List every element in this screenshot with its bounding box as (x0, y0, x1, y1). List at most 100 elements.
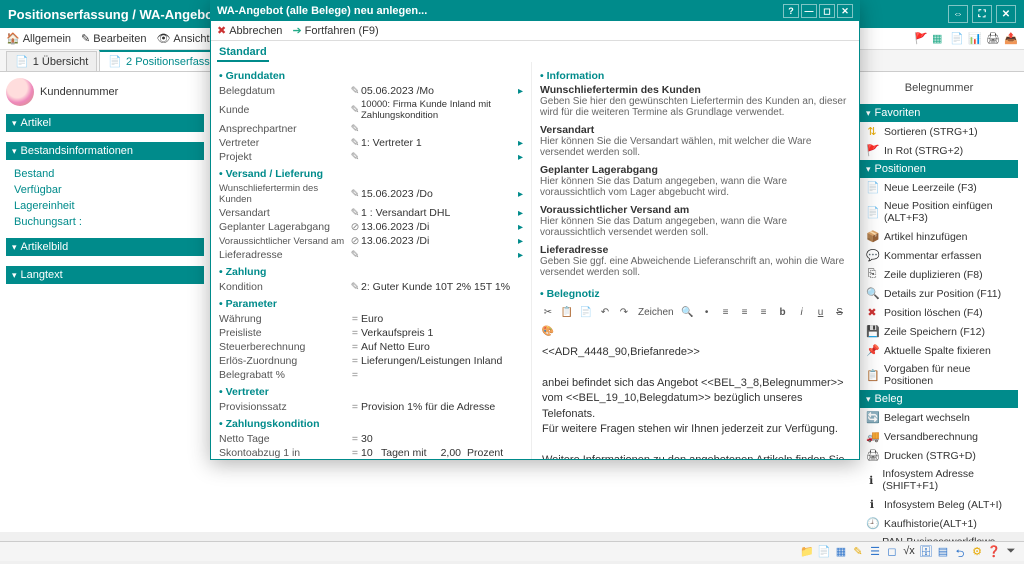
rte-underline-icon[interactable]: u (813, 304, 829, 320)
rte-bold-icon[interactable]: b (775, 304, 791, 320)
sb-window-icon[interactable]: ◻ (885, 545, 899, 559)
group-artikel[interactable]: Artikel (6, 114, 204, 132)
sb-table-icon[interactable]: ▤ (936, 545, 950, 559)
menu-bearbeiten[interactable]: ✎Bearbeiten (81, 32, 146, 45)
sb-gear-icon[interactable]: ⚙ (970, 545, 984, 559)
history-icon: 🕘 (866, 517, 878, 530)
sb-edit-icon[interactable]: ✎ (851, 545, 865, 559)
link-button[interactable]: ⇔ (948, 5, 968, 23)
field-versandart[interactable]: 1 : Versandart DHL (361, 207, 514, 219)
dialog-min-button[interactable]: — (801, 4, 817, 18)
fav-kommentar[interactable]: 💬Kommentar erfassen (860, 246, 1018, 265)
dialog-max-button[interactable]: ◻ (819, 4, 835, 18)
field-vertreter[interactable]: 1: Vertreter 1 (361, 137, 514, 149)
export-icon[interactable]: 📤 (1004, 32, 1018, 46)
menu-ansicht[interactable]: 👁Ansicht (156, 32, 209, 45)
group-artikelbild[interactable]: Artikelbild (6, 238, 204, 256)
dialog-tab-standard[interactable]: Standard (217, 44, 269, 62)
fav-kaufhist[interactable]: 🕘Kaufhistorie(ALT+1) (860, 514, 1018, 533)
fav-infoaddr[interactable]: ℹInfosystem Adresse (SHIFT+F1) (860, 465, 1018, 495)
fav-infobeleg[interactable]: ℹInfosystem Beleg (ALT+I) (860, 495, 1018, 514)
chevron-right-icon[interactable]: ▸ (514, 250, 523, 261)
link-lagereinheit[interactable]: Lagereinheit (14, 198, 196, 214)
fav-posloeschen[interactable]: ✖Position löschen (F4) (860, 303, 1018, 322)
sb-grid-icon[interactable]: ▦ (834, 545, 848, 559)
fav-artikelhinzu[interactable]: 📦Artikel hinzufügen (860, 227, 1018, 246)
sb-chevron-icon[interactable]: ⏷ (1004, 545, 1018, 559)
flag-icon[interactable]: 🚩 (914, 32, 928, 46)
rte-align-center-icon[interactable]: ≡ (737, 304, 753, 320)
rte-paste-icon[interactable]: 📄 (578, 304, 594, 320)
rte-editor[interactable]: <<ADR_4448_90,Briefanrede>> anbei befind… (540, 341, 851, 459)
sb-list-icon[interactable]: ☰ (868, 545, 882, 559)
print-icon[interactable]: 🖨 (986, 32, 1000, 46)
sb-help-icon[interactable]: ❓ (987, 545, 1001, 559)
section-positionen[interactable]: Positionen (860, 160, 1018, 178)
abbrechen-button[interactable]: ✖Abbrechen (217, 24, 282, 37)
rte-align-right-icon[interactable]: ≡ (756, 304, 772, 320)
field-wunschtermin[interactable]: 15.06.2023 /Do (361, 188, 514, 200)
maximize-button[interactable]: ⛶ (972, 5, 992, 23)
chevron-right-icon[interactable]: ▸ (514, 208, 523, 219)
dialog-help-button[interactable]: ? (783, 4, 799, 18)
fav-vorgaben[interactable]: 📋Vorgaben für neue Positionen (860, 360, 1018, 390)
rte-zeichen[interactable]: Zeichen (635, 304, 677, 320)
sb-sqrt-icon[interactable]: √x (902, 545, 916, 559)
menu-allgemein[interactable]: 🏠Allgemein (6, 32, 71, 45)
rte-bullet-icon[interactable]: • (699, 304, 715, 320)
section-beleg[interactable]: Beleg (860, 390, 1018, 408)
field-kondition[interactable]: 2: Guter Kunde 10T 2% 15T 1% (361, 281, 523, 293)
fav-zeilespeichern[interactable]: 💾Zeile Speichern (F12) (860, 322, 1018, 341)
fav-neueleerzeile[interactable]: 📄Neue Leerzeile (F3) (860, 178, 1018, 197)
rte-color-icon[interactable]: 🎨 (540, 323, 556, 339)
dialog-titlebar[interactable]: WA-Angebot (alle Belege) neu anlegen... … (211, 1, 859, 21)
link-verfuegbar[interactable]: Verfügbar (14, 182, 196, 198)
rte-undo-icon[interactable]: ↶ (597, 304, 613, 320)
chevron-right-icon[interactable]: ▸ (514, 152, 523, 163)
fav-versandber[interactable]: 🚚Versandberechnung (860, 427, 1018, 446)
field-belegdatum[interactable]: 05.06.2023 /Mo (361, 85, 514, 97)
group-bestandsinfo[interactable]: Bestandsinformationen (6, 142, 204, 160)
rte-redo-icon[interactable]: ↷ (616, 304, 632, 320)
section-favoriten[interactable]: Favoriten (860, 104, 1018, 122)
rte-copy-icon[interactable]: 📋 (559, 304, 575, 320)
group-langtext[interactable]: Langtext (6, 266, 204, 284)
chevron-right-icon[interactable]: ▸ (514, 86, 523, 97)
sb-folder-icon[interactable]: 📁 (800, 545, 814, 559)
chevron-right-icon[interactable]: ▸ (514, 138, 523, 149)
customer-avatar-icon (6, 78, 34, 106)
fav-inrot[interactable]: 🚩In Rot (STRG+2) (860, 141, 1018, 160)
rte-cut-icon[interactable]: ✂ (540, 304, 556, 320)
fav-spaltefix[interactable]: 📌Aktuelle Spalte fixieren (860, 341, 1018, 360)
fav-drucken[interactable]: 🖨Drucken (STRG+D) (860, 446, 1018, 465)
doc-icon[interactable]: 📄 (950, 32, 964, 46)
rte-strike-icon[interactable]: S (832, 304, 848, 320)
link-bestand[interactable]: Bestand (14, 166, 196, 182)
report-icon[interactable]: 📊 (968, 32, 982, 46)
sb-db-icon[interactable]: 🗄 (919, 545, 933, 559)
field-kunde[interactable]: 10000: Firma Kunde Inland mit Zahlungsko… (361, 99, 523, 121)
fav-zeiledup[interactable]: ⎘Zeile duplizieren (F8) (860, 265, 1018, 284)
chevron-right-icon[interactable]: ▸ (514, 222, 523, 233)
ship-icon: 🚚 (866, 430, 878, 443)
section-zahlungskondition: Zahlungskondition (219, 414, 523, 432)
chevron-right-icon[interactable]: ▸ (514, 189, 523, 200)
rte-italic-icon[interactable]: i (794, 304, 810, 320)
dialog-close-button[interactable]: ✕ (837, 4, 853, 18)
details-icon: 🔍 (866, 287, 878, 300)
close-button[interactable]: ✕ (996, 5, 1016, 23)
fav-neueposition[interactable]: 📄Neue Position einfügen (ALT+F3) (860, 197, 1018, 227)
chevron-right-icon[interactable]: ▸ (514, 236, 523, 247)
fav-details[interactable]: 🔍Details zur Position (F11) (860, 284, 1018, 303)
grid-icon[interactable]: ▦ (932, 32, 946, 46)
fortfahren-button[interactable]: ➔Fortfahren (F9) (292, 24, 378, 37)
tab-uebersicht[interactable]: 📄1 Übersicht (6, 51, 97, 71)
link-buchungsart[interactable]: Buchungsart : (14, 214, 196, 230)
fav-belegwechsel[interactable]: 🔄Belegart wechseln (860, 408, 1018, 427)
sb-doc-icon[interactable]: 📄 (817, 545, 831, 559)
save-icon: 💾 (866, 325, 878, 338)
sb-share-icon[interactable]: ⮌ (953, 545, 967, 559)
rte-search-icon[interactable]: 🔍 (680, 304, 696, 320)
fav-sortieren[interactable]: ⇅Sortieren (STRG+1) (860, 122, 1018, 141)
rte-align-left-icon[interactable]: ≡ (718, 304, 734, 320)
